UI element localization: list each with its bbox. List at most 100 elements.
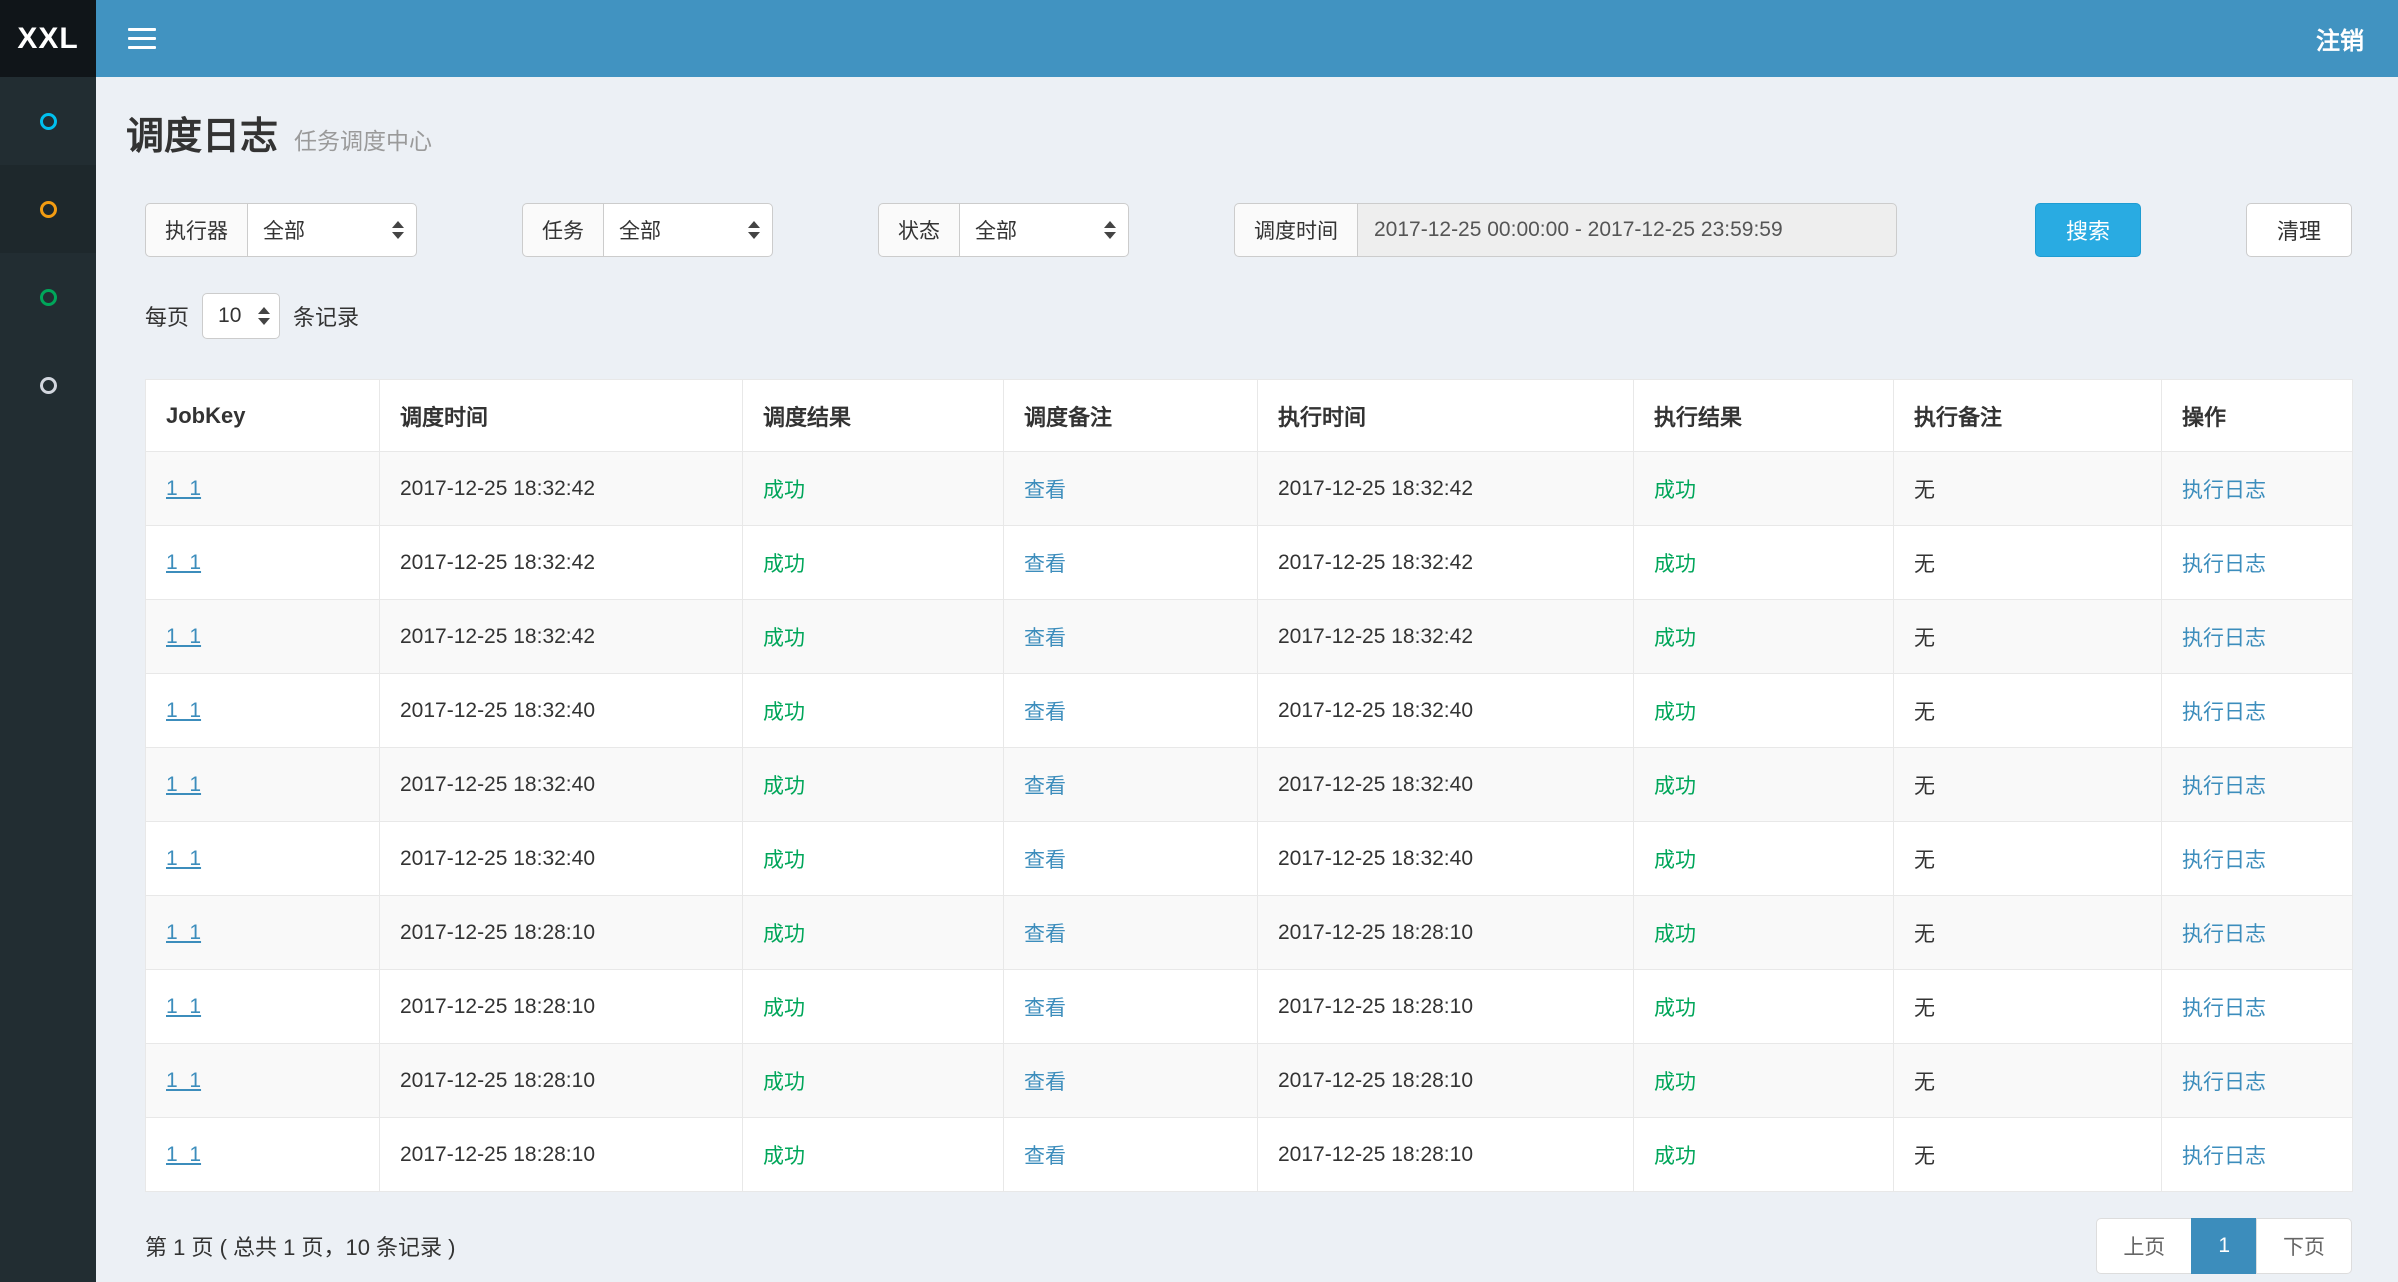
trigger-msg-link[interactable]: 查看 bbox=[1024, 997, 1066, 1020]
handle-result-cell: 成功 bbox=[1634, 748, 1894, 822]
execution-log-link[interactable]: 执行日志 bbox=[2182, 701, 2266, 724]
action-cell: 执行日志 bbox=[2162, 526, 2353, 600]
jobkey-cell: 1_1 bbox=[146, 896, 380, 970]
handle-time-cell: 2017-12-25 18:32:40 bbox=[1258, 822, 1634, 896]
page-size-select[interactable]: 10 bbox=[202, 293, 280, 339]
handle-result-cell: 成功 bbox=[1634, 600, 1894, 674]
col-header-handle-result[interactable]: 执行结果 bbox=[1634, 380, 1894, 452]
jobkey-link[interactable]: 1_1 bbox=[166, 847, 201, 870]
execution-log-link[interactable]: 执行日志 bbox=[2182, 553, 2266, 576]
job-filter-label: 任务 bbox=[522, 203, 603, 257]
trigger-msg-link[interactable]: 查看 bbox=[1024, 775, 1066, 798]
action-cell: 执行日志 bbox=[2162, 896, 2353, 970]
handle-result-cell: 成功 bbox=[1634, 1044, 1894, 1118]
col-header-action[interactable]: 操作 bbox=[2162, 380, 2353, 452]
status-filter-select[interactable]: 全部 bbox=[959, 203, 1129, 257]
jobkey-cell: 1_1 bbox=[146, 452, 380, 526]
col-header-handle-time[interactable]: 执行时间 bbox=[1258, 380, 1634, 452]
trigger-msg-link[interactable]: 查看 bbox=[1024, 923, 1066, 946]
page-subtitle: 任务调度中心 bbox=[294, 122, 432, 156]
action-cell: 执行日志 bbox=[2162, 674, 2353, 748]
executor-filter-select[interactable]: 全部 bbox=[247, 203, 417, 257]
col-header-trigger-time[interactable]: 调度时间 bbox=[380, 380, 743, 452]
job-filter-select[interactable]: 全部 bbox=[603, 203, 773, 257]
log-table: JobKey 调度时间 调度结果 调度备注 执行时间 执行结果 执行备注 操作 … bbox=[145, 379, 2353, 1192]
jobkey-link[interactable]: 1_1 bbox=[166, 625, 201, 648]
sidebar-item-4[interactable] bbox=[0, 341, 96, 429]
trigger-result-cell: 成功 bbox=[743, 1044, 1004, 1118]
action-cell: 执行日志 bbox=[2162, 748, 2353, 822]
handle-result-text: 成功 bbox=[1654, 1071, 1696, 1094]
handle-msg-cell: 无 bbox=[1894, 526, 2162, 600]
handle-msg-cell: 无 bbox=[1894, 600, 2162, 674]
table-row: 1_1 2017-12-25 18:32:42 成功 查看 2017-12-25… bbox=[146, 526, 2353, 600]
select-arrows-icon bbox=[1104, 221, 1116, 239]
trigger-time-cell: 2017-12-25 18:32:40 bbox=[380, 748, 743, 822]
trigger-result-text: 成功 bbox=[763, 775, 805, 798]
table-row: 1_1 2017-12-25 18:32:40 成功 查看 2017-12-25… bbox=[146, 674, 2353, 748]
col-header-trigger-msg[interactable]: 调度备注 bbox=[1004, 380, 1258, 452]
clear-button[interactable]: 清理 bbox=[2246, 203, 2352, 257]
trigger-time-range-input[interactable] bbox=[1357, 203, 1897, 257]
execution-log-link[interactable]: 执行日志 bbox=[2182, 479, 2266, 502]
execution-log-link[interactable]: 执行日志 bbox=[2182, 923, 2266, 946]
trigger-msg-cell: 查看 bbox=[1004, 748, 1258, 822]
jobkey-link[interactable]: 1_1 bbox=[166, 1069, 201, 1092]
pagination: 上页 1 下页 bbox=[2096, 1218, 2352, 1274]
app-logo[interactable]: XXL bbox=[0, 0, 96, 77]
col-header-handle-msg[interactable]: 执行备注 bbox=[1894, 380, 2162, 452]
status-filter-label: 状态 bbox=[878, 203, 959, 257]
search-button[interactable]: 搜索 bbox=[2035, 203, 2141, 257]
trigger-msg-link[interactable]: 查看 bbox=[1024, 479, 1066, 502]
trigger-msg-link[interactable]: 查看 bbox=[1024, 1145, 1066, 1168]
trigger-msg-link[interactable]: 查看 bbox=[1024, 849, 1066, 872]
jobkey-link[interactable]: 1_1 bbox=[166, 1143, 201, 1166]
sidebar-item-1[interactable] bbox=[0, 77, 96, 165]
current-page-button[interactable]: 1 bbox=[2191, 1218, 2257, 1274]
handle-time-cell: 2017-12-25 18:28:10 bbox=[1258, 1044, 1634, 1118]
jobkey-link[interactable]: 1_1 bbox=[166, 995, 201, 1018]
handle-result-cell: 成功 bbox=[1634, 822, 1894, 896]
jobkey-link[interactable]: 1_1 bbox=[166, 921, 201, 944]
jobkey-link[interactable]: 1_1 bbox=[166, 699, 201, 722]
sidebar-item-3[interactable] bbox=[0, 253, 96, 341]
sidebar-item-2[interactable] bbox=[0, 165, 96, 253]
execution-log-link[interactable]: 执行日志 bbox=[2182, 1145, 2266, 1168]
handle-result-text: 成功 bbox=[1654, 627, 1696, 650]
col-header-jobkey[interactable]: JobKey bbox=[146, 380, 380, 452]
handle-time-cell: 2017-12-25 18:28:10 bbox=[1258, 896, 1634, 970]
execution-log-link[interactable]: 执行日志 bbox=[2182, 997, 2266, 1020]
next-page-button[interactable]: 下页 bbox=[2256, 1218, 2352, 1274]
trigger-msg-link[interactable]: 查看 bbox=[1024, 701, 1066, 724]
trigger-msg-cell: 查看 bbox=[1004, 674, 1258, 748]
executor-filter-group: 执行器 全部 bbox=[145, 203, 417, 257]
page-size-prefix-label: 每页 bbox=[145, 300, 189, 332]
execution-log-link[interactable]: 执行日志 bbox=[2182, 849, 2266, 872]
jobkey-link[interactable]: 1_1 bbox=[166, 773, 201, 796]
table-row: 1_1 2017-12-25 18:32:40 成功 查看 2017-12-25… bbox=[146, 748, 2353, 822]
handle-result-text: 成功 bbox=[1654, 553, 1696, 576]
trigger-result-cell: 成功 bbox=[743, 822, 1004, 896]
action-cell: 执行日志 bbox=[2162, 1044, 2353, 1118]
prev-page-button[interactable]: 上页 bbox=[2096, 1218, 2192, 1274]
page-size-row: 每页 10 条记录 bbox=[145, 293, 2352, 339]
execution-log-link[interactable]: 执行日志 bbox=[2182, 775, 2266, 798]
sidebar-toggle-button[interactable] bbox=[96, 0, 188, 77]
jobkey-link[interactable]: 1_1 bbox=[166, 477, 201, 500]
handle-result-cell: 成功 bbox=[1634, 452, 1894, 526]
trigger-msg-link[interactable]: 查看 bbox=[1024, 553, 1066, 576]
handle-msg-cell: 无 bbox=[1894, 1044, 2162, 1118]
trigger-msg-link[interactable]: 查看 bbox=[1024, 1071, 1066, 1094]
jobkey-cell: 1_1 bbox=[146, 970, 380, 1044]
trigger-time-cell: 2017-12-25 18:32:42 bbox=[380, 452, 743, 526]
log-table-body: 1_1 2017-12-25 18:32:42 成功 查看 2017-12-25… bbox=[146, 452, 2353, 1192]
logout-link[interactable]: 注销 bbox=[2316, 21, 2364, 56]
page-title: 调度日志 bbox=[126, 115, 278, 159]
execution-log-link[interactable]: 执行日志 bbox=[2182, 1071, 2266, 1094]
trigger-msg-link[interactable]: 查看 bbox=[1024, 627, 1066, 650]
jobkey-link[interactable]: 1_1 bbox=[166, 551, 201, 574]
execution-log-link[interactable]: 执行日志 bbox=[2182, 627, 2266, 650]
trigger-result-text: 成功 bbox=[763, 849, 805, 872]
col-header-trigger-result[interactable]: 调度结果 bbox=[743, 380, 1004, 452]
circle-outline-icon bbox=[40, 377, 57, 394]
